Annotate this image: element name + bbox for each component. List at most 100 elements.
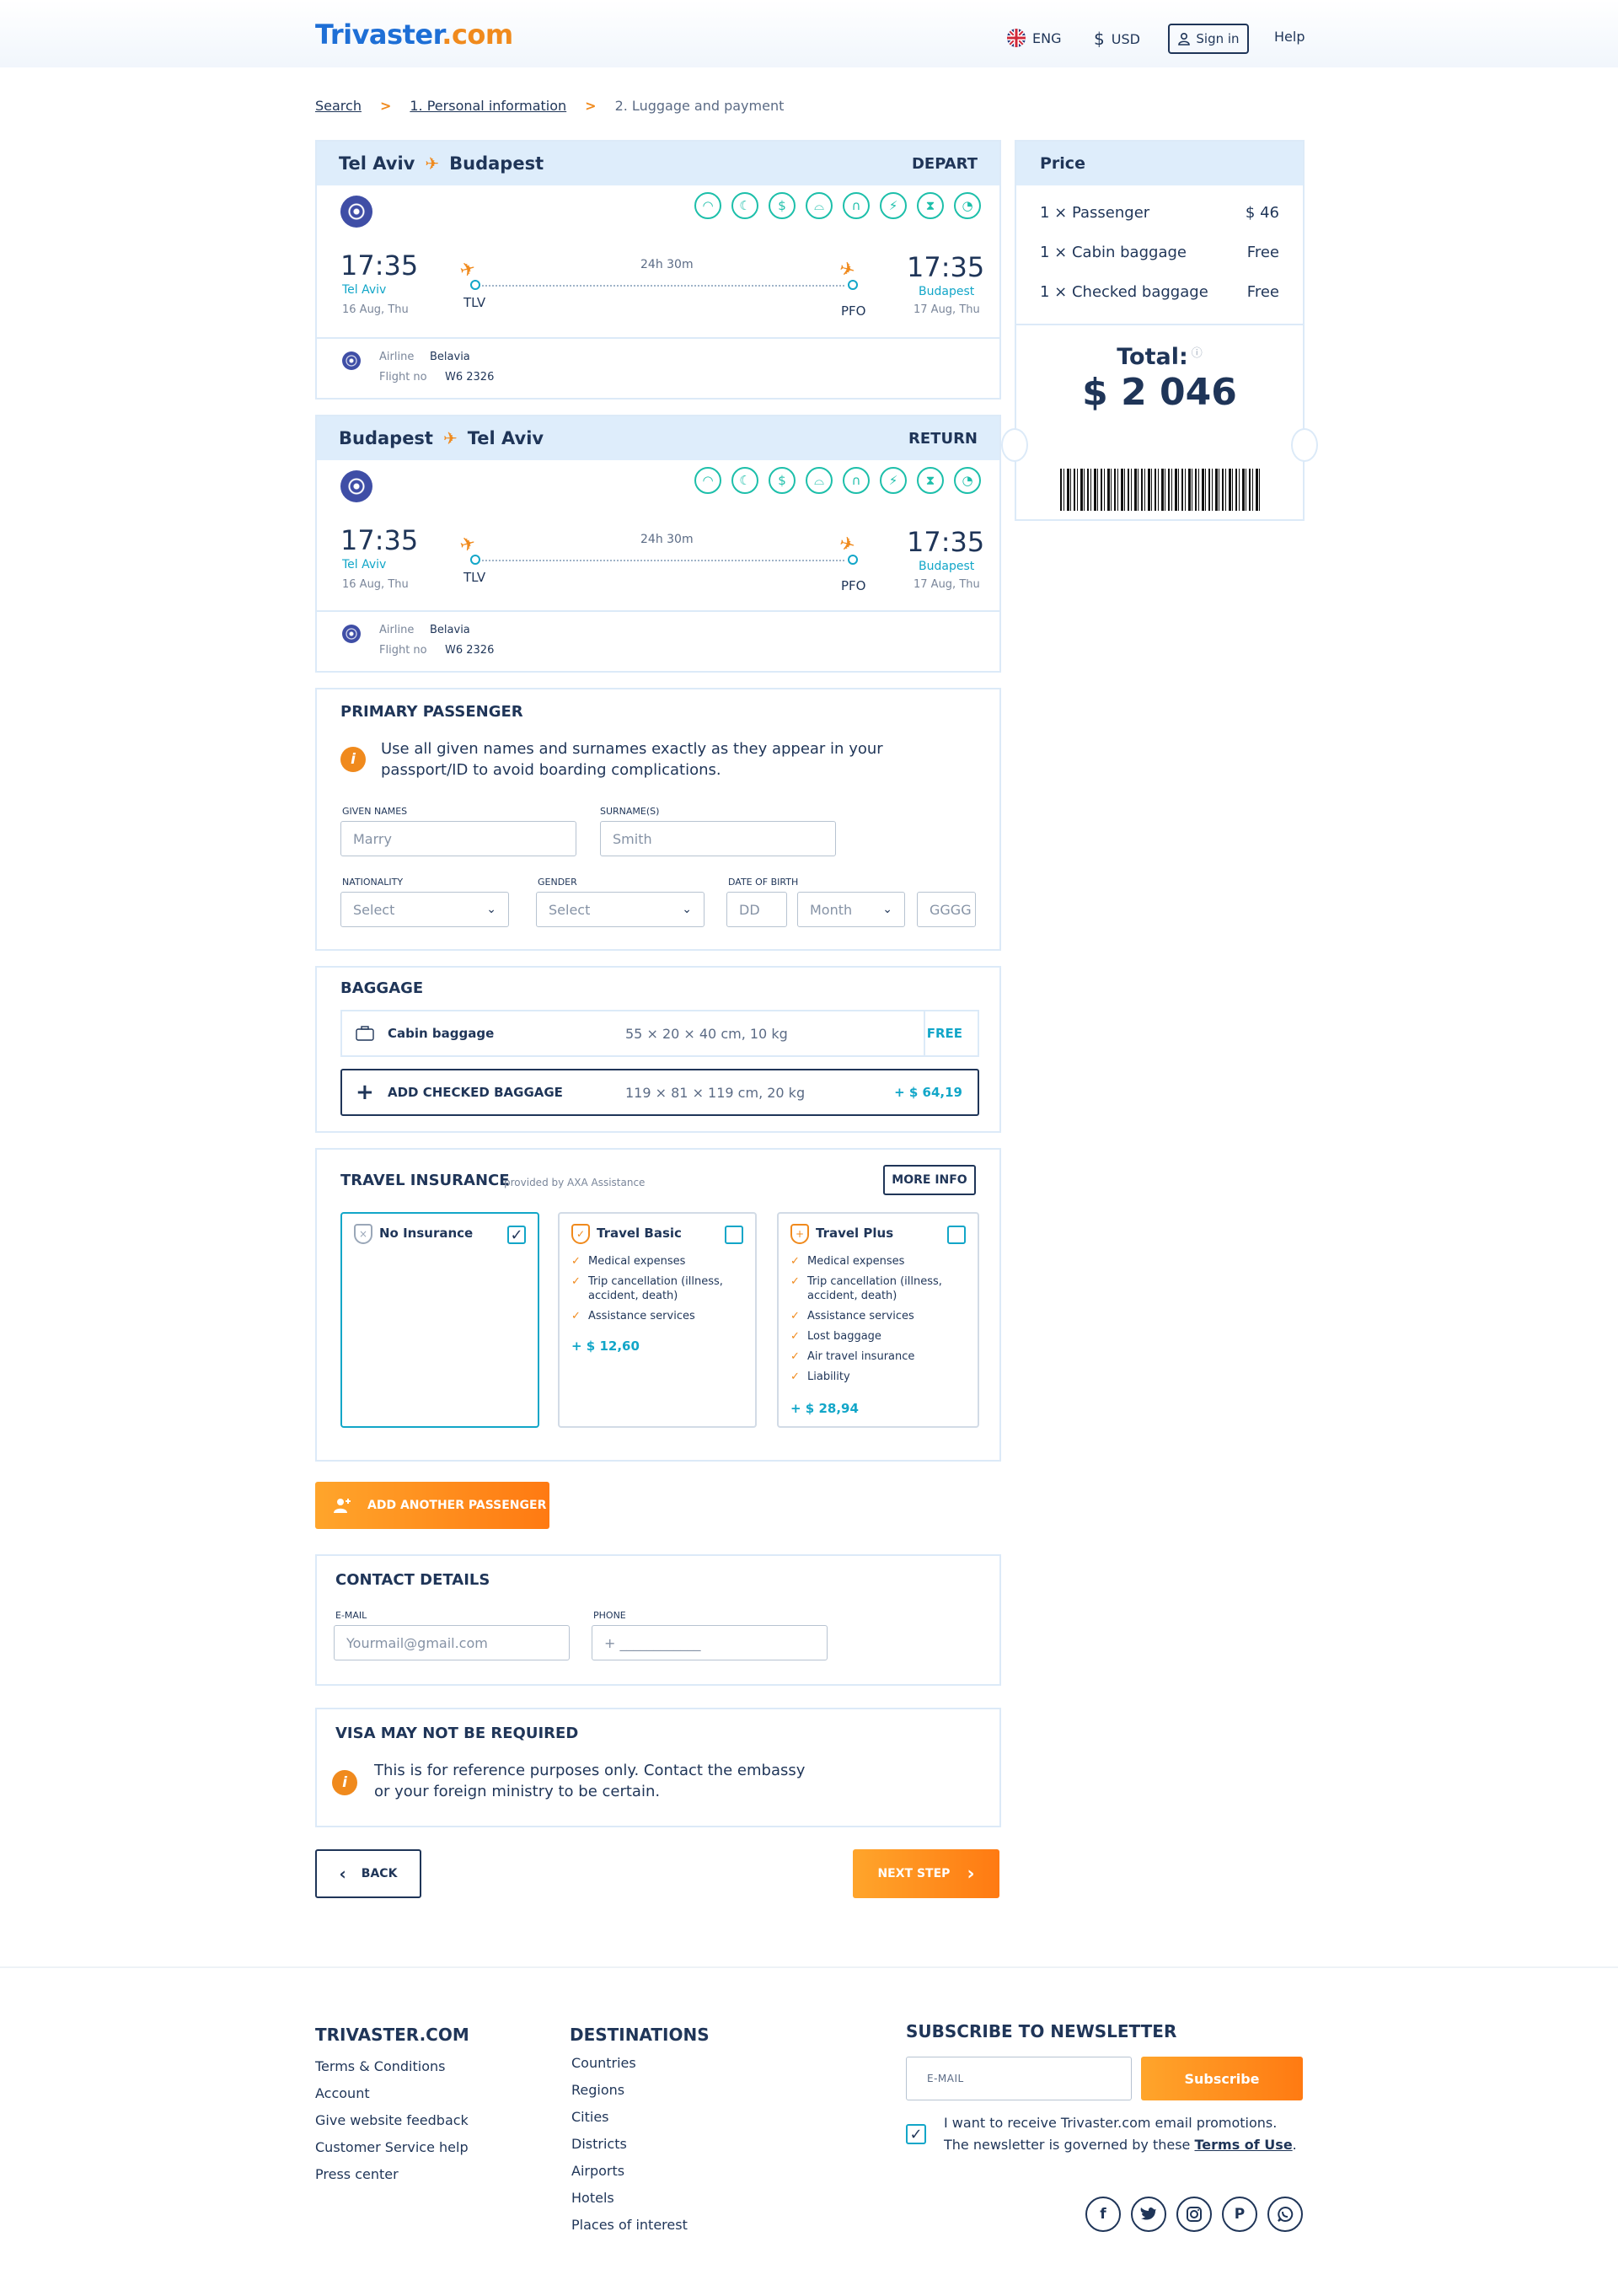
insurance-checkbox[interactable]: [947, 1226, 966, 1244]
add-passenger-button[interactable]: ADD ANOTHER PASSENGER: [315, 1482, 549, 1529]
back-button[interactable]: ‹ BACK: [315, 1849, 421, 1898]
meal-icon: ⌓: [806, 467, 833, 494]
footer-link[interactable]: Account: [315, 2080, 469, 2107]
placeholder: GGGG: [930, 901, 972, 918]
route-line: [482, 560, 844, 561]
arrival-time: 17:35: [907, 526, 985, 558]
more-info-button[interactable]: MORE INFO: [883, 1165, 976, 1195]
insurance-checkbox[interactable]: [725, 1226, 743, 1244]
footer-link[interactable]: Regions: [571, 2077, 688, 2104]
footer-link[interactable]: Airports: [571, 2158, 688, 2185]
breadcrumb: Search > 1. Personal information > 2. Lu…: [315, 98, 784, 114]
footer-link[interactable]: Cities: [571, 2104, 688, 2131]
footer-link[interactable]: Press center: [315, 2161, 469, 2188]
baggage-dimensions: 55 × 20 × 40 cm, 10 kg: [625, 1025, 788, 1042]
insurance-option-plus[interactable]: + Travel Plus Medical expenses Trip canc…: [777, 1212, 979, 1428]
help-link[interactable]: Help: [1274, 29, 1305, 45]
divider: [317, 610, 999, 612]
info-icon: i: [340, 747, 366, 772]
price-title: Price: [1016, 142, 1303, 185]
footer-link[interactable]: Hotels: [571, 2185, 688, 2212]
timer-icon: ◔: [954, 192, 981, 219]
given-names-input[interactable]: Marry: [340, 821, 576, 856]
dob-month-select[interactable]: Month ⌄: [797, 892, 905, 927]
power-icon: ⚡: [880, 467, 907, 494]
nationality-select[interactable]: Select ⌄: [340, 892, 509, 927]
footer-col2-links: Countries Regions Cities Districts Airpo…: [571, 2050, 688, 2239]
price-row-value: Free: [1246, 283, 1279, 301]
section-title: VISA MAY NOT BE REQUIRED: [335, 1725, 579, 1742]
surname-input[interactable]: Smith: [600, 821, 836, 856]
footer-divider: [0, 1966, 1618, 1968]
dob-day-input[interactable]: DD: [726, 892, 787, 927]
departure-date: 16 Aug, Thu: [342, 578, 409, 591]
facebook-icon[interactable]: f: [1085, 2197, 1121, 2232]
placeholder: Yourmail@gmail.com: [346, 1634, 488, 1651]
footer-link[interactable]: Countries: [571, 2050, 688, 2077]
coverage-item: Assistance services: [571, 1309, 755, 1323]
cabin-baggage-row: Cabin baggage 55 × 20 × 40 cm, 10 kg FRE…: [340, 1010, 979, 1057]
add-user-icon: [334, 1499, 351, 1513]
footer-col2-title: DESTINATIONS: [570, 2025, 710, 2045]
baggage-section: BAGGAGE Cabin baggage 55 × 20 × 40 cm, 1…: [315, 966, 1001, 1133]
newsletter-email-input[interactable]: E-MAIL: [906, 2057, 1132, 2100]
breadcrumb-separator: >: [379, 98, 392, 114]
info-icon[interactable]: ⓘ: [1192, 347, 1203, 360]
next-step-button[interactable]: NEXT STEP ›: [853, 1849, 999, 1898]
departure-date: 16 Aug, Thu: [342, 303, 409, 316]
insurance-option-basic[interactable]: ✓ Travel Basic Medical expenses Trip can…: [558, 1212, 757, 1428]
newsletter-consent-checkbox[interactable]: ✓: [906, 2124, 926, 2144]
origin-city: Tel Aviv: [339, 153, 415, 174]
dob-year-input[interactable]: GGGG: [917, 892, 976, 927]
email-input[interactable]: Yourmail@gmail.com: [334, 1625, 570, 1660]
takeoff-icon: ✈: [458, 258, 479, 282]
barcode: [1060, 469, 1262, 511]
note-line: Use all given names and surnames exactly…: [381, 740, 883, 758]
breadcrumb-search[interactable]: Search: [315, 98, 362, 114]
chevron-down-icon: ⌄: [486, 903, 496, 916]
sign-in-button[interactable]: Sign in: [1168, 24, 1249, 54]
instagram-icon[interactable]: [1176, 2197, 1212, 2232]
add-checked-baggage-button[interactable]: + ADD CHECKED BAGGAGE 119 × 81 × 119 cm,…: [340, 1069, 979, 1116]
currency-selector[interactable]: $ USD: [1094, 29, 1140, 49]
placeholder: E-MAIL: [927, 2073, 964, 2084]
subscribe-button[interactable]: Subscribe: [1141, 2057, 1303, 2100]
chevron-down-icon: ⌄: [682, 903, 692, 916]
price-row: 1 × Passenger $ 46: [1040, 204, 1279, 222]
language-selector[interactable]: ENG: [1007, 29, 1061, 47]
back-label: BACK: [361, 1867, 398, 1880]
currency-label: USD: [1111, 30, 1140, 47]
total-label: Total: ⓘ: [1016, 344, 1303, 370]
pinterest-icon[interactable]: P: [1222, 2197, 1257, 2232]
coverage-list: Medical expenses Trip cancellation (illn…: [790, 1254, 978, 1390]
footer-link[interactable]: Districts: [571, 2131, 688, 2158]
coverage-item: Trip cancellation (illness, accident, de…: [790, 1274, 978, 1303]
logo-main: Trivaster: [315, 19, 442, 51]
section-title: BAGGAGE: [340, 979, 424, 997]
email-label: E-MAIL: [335, 1610, 367, 1621]
dollar-icon: $: [769, 467, 796, 494]
breadcrumb-step1[interactable]: 1. Personal information: [410, 98, 566, 114]
depart-flight-card: Tel Aviv ✈ Budapest DEPART ◠ ☾ $ ⌓ ∩ ⚡ ⧗…: [315, 140, 1001, 400]
newsletter-title: SUBSCRIBE TO NEWSLETTER: [906, 2021, 1177, 2041]
whatsapp-icon[interactable]: [1267, 2197, 1303, 2232]
twitter-icon[interactable]: [1131, 2197, 1166, 2232]
price-row: 1 × Checked baggage Free: [1040, 283, 1279, 301]
coverage-item: Assistance services: [790, 1309, 978, 1323]
footer-link[interactable]: Places of interest: [571, 2212, 688, 2239]
price-summary: Price 1 × Passenger $ 46 1 × Cabin baggag…: [1001, 140, 1318, 521]
gender-select[interactable]: Select ⌄: [536, 892, 705, 927]
plus-icon: +: [356, 1080, 374, 1105]
footer-link[interactable]: Customer Service help: [315, 2134, 469, 2161]
headphones-icon: ∩: [843, 192, 870, 219]
ticket-divider: [1016, 324, 1303, 325]
insurance-option-none[interactable]: × No Insurance ✓: [340, 1212, 539, 1428]
logo[interactable]: Trivaster.com: [315, 19, 513, 51]
footer-link[interactable]: Terms & Conditions: [315, 2053, 469, 2080]
phone-input[interactable]: + ____________: [592, 1625, 828, 1660]
insurance-checkbox[interactable]: ✓: [507, 1226, 526, 1244]
footer-link[interactable]: Give website feedback: [315, 2107, 469, 2134]
landing-icon: ✈: [837, 258, 858, 282]
arrival-city: Budapest: [919, 560, 975, 573]
terms-of-use-link[interactable]: Terms of Use: [1194, 2137, 1292, 2153]
